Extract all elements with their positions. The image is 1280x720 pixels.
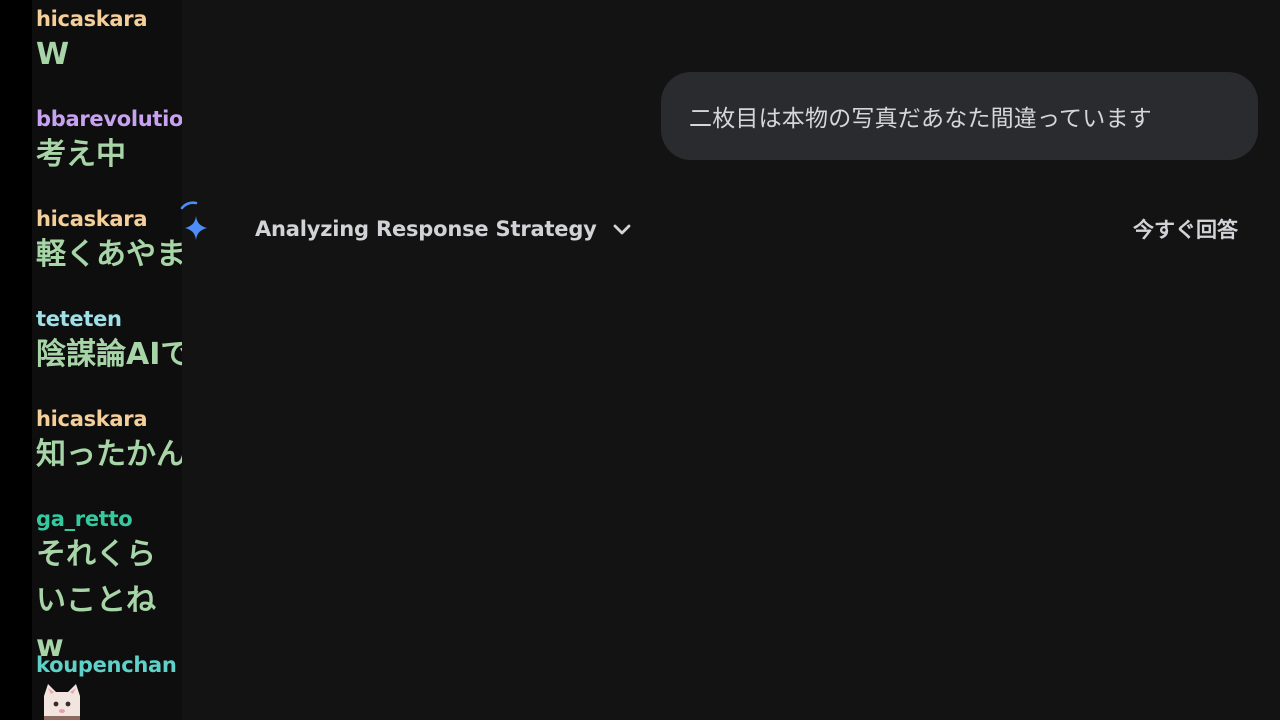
chat-text: 軽くあやま — [36, 237, 182, 272]
answer-now-label: 今すぐ回答 — [1133, 218, 1238, 242]
chevron-down-icon — [613, 224, 631, 235]
chat-username: hicaskara — [36, 407, 148, 431]
thinking-toggle[interactable]: Analyzing Response Strategy — [255, 212, 633, 246]
chat-username: ga_retto — [36, 507, 133, 531]
chat-message: hicaskara 軽くあやま — [36, 206, 182, 278]
chat-message: teteten 陰謀論AIで — [36, 306, 182, 378]
chat-text: 知ったかん — [36, 437, 182, 472]
chat-username: teteten — [36, 307, 122, 331]
chat-text: W — [36, 37, 70, 72]
chat-username: koupenchan — [36, 653, 177, 677]
thinking-label: Analyzing Response Strategy — [255, 217, 597, 241]
chat-message: bbarevolution 考え中 — [36, 106, 182, 178]
chat-username: hicaskara — [36, 207, 148, 231]
chat-message: koupenchan — [36, 652, 182, 720]
chat-message: hicaskara W — [36, 6, 182, 78]
stream-chat-overlay: hicaskara W bbarevolution 考え中 hicaskara … — [32, 0, 182, 720]
user-message-text: 二枚目は本物の写真だあなた間違っています — [689, 106, 1152, 132]
chat-username: bbarevolution — [36, 107, 182, 131]
gemini-sparkle-icon — [180, 201, 207, 240]
user-message-bubble: 二枚目は本物の写真だあなた間違っています — [661, 72, 1258, 160]
chat-message: ga_retto それくらいことねw — [36, 506, 182, 670]
cat-emote-icon — [44, 684, 80, 720]
chat-text: 陰謀論AIで — [36, 337, 182, 372]
left-edge — [0, 0, 32, 720]
chat-message: hicaskara 知ったかん — [36, 406, 182, 478]
chat-username: hicaskara — [36, 7, 148, 31]
chat-text: 考え中 — [36, 137, 126, 172]
answer-now-button[interactable]: 今すぐ回答 — [1133, 212, 1238, 246]
chat-text: それくらいことねw — [36, 537, 156, 664]
